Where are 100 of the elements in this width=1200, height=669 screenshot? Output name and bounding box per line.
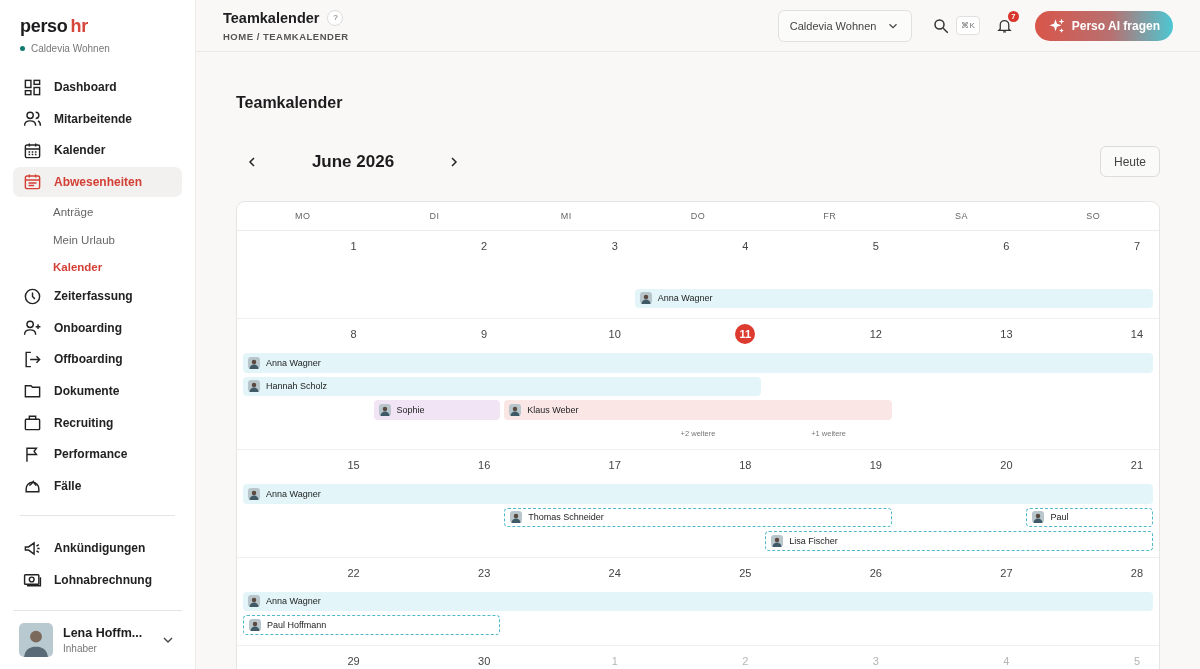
logo-text: perso (20, 16, 68, 37)
avatar-icon (249, 618, 261, 631)
sparkle-icon (1047, 16, 1066, 35)
nav-item[interactable]: Mitarbeitende (13, 103, 182, 134)
nav-item[interactable]: Offboarding (13, 344, 182, 375)
search-icon[interactable] (932, 16, 951, 35)
absence-event[interactable]: Anna Wagner (243, 591, 1153, 611)
nav-icon (23, 109, 42, 129)
sub-nav-item[interactable]: Kalender (13, 253, 182, 282)
avatar-icon (509, 403, 522, 416)
org-name: Caldevia Wohnen (31, 43, 110, 54)
day-number[interactable]: 6 (996, 236, 1017, 256)
avatar-icon (248, 487, 260, 500)
day-number[interactable]: 10 (604, 324, 625, 344)
day-number[interactable]: 25 (735, 562, 756, 583)
company-select[interactable]: Caldevia Wohnen (777, 9, 913, 42)
avatar-icon (378, 403, 391, 416)
day-number[interactable]: 15 (343, 455, 364, 475)
day-number[interactable]: 21 (1127, 455, 1147, 475)
page-header-title: Teamkalender (223, 9, 320, 26)
day-number[interactable]: 4 (735, 236, 756, 256)
day-number[interactable]: 11 (735, 324, 756, 344)
nav-item[interactable]: Abwesenheiten (13, 166, 182, 197)
day-number[interactable]: 3 (604, 236, 625, 256)
absence-event[interactable]: Sophie (373, 400, 501, 420)
nav-item[interactable]: Fälle (13, 470, 182, 501)
weekday-label: SO (1085, 211, 1102, 221)
nav-icon (23, 286, 42, 306)
nav-item[interactable]: Zeiterfassung (13, 281, 182, 312)
day-number[interactable]: 2 (474, 236, 495, 256)
avatar-icon (248, 380, 260, 393)
weekday-label: DO (689, 211, 707, 221)
day-number[interactable]: 17 (604, 455, 625, 475)
day-number[interactable]: 18 (735, 455, 756, 475)
weekday-label: MI (559, 211, 573, 221)
day-number[interactable]: 19 (865, 455, 886, 475)
nav-icon (23, 140, 42, 160)
bell-icon[interactable] (995, 17, 1013, 34)
day-number[interactable]: 30 (474, 650, 495, 669)
avatar-icon (248, 595, 260, 608)
day-number[interactable]: 22 (343, 562, 364, 583)
user-name: Lena Hoffm... (63, 626, 144, 640)
nav-item[interactable]: Performance (13, 439, 182, 470)
nav-item[interactable]: Onboarding (13, 312, 182, 343)
avatar-icon (1032, 511, 1045, 524)
nav-item[interactable]: Dokumente (13, 375, 182, 406)
absence-event[interactable]: Anna Wagner (243, 484, 1153, 504)
absence-event[interactable]: Anna Wagner (634, 288, 1153, 308)
nav-item[interactable]: Recruiting (13, 407, 182, 438)
sub-nav-item[interactable]: Anträge (13, 198, 182, 226)
absence-event[interactable]: Paul (1026, 507, 1153, 527)
logo-accent: hr (70, 16, 88, 37)
absence-event[interactable]: Lisa Fischer (765, 531, 1153, 551)
day-number[interactable]: 1 (343, 236, 364, 256)
absence-event[interactable]: Thomas Schneider (504, 507, 892, 527)
day-number[interactable]: 26 (865, 562, 886, 583)
weekday-label: FR (822, 211, 838, 221)
absence-event[interactable]: Paul Hoffmann (243, 615, 501, 635)
breadcrumb: HOME / TEAMKALENDER (223, 30, 349, 42)
status-dot (20, 46, 25, 51)
month-label: June 2026 (310, 151, 396, 172)
nav-icon (23, 77, 42, 97)
ai-button[interactable]: Perso AI fragen (1034, 10, 1173, 41)
day-number[interactable]: 13 (996, 324, 1017, 344)
day-number[interactable]: 29 (343, 650, 364, 669)
day-number[interactable]: 20 (996, 455, 1017, 475)
day-number[interactable]: 12 (865, 324, 886, 344)
nav-item[interactable]: Kalender (13, 135, 182, 166)
avatar-icon (248, 356, 260, 369)
day-number[interactable]: 16 (474, 455, 495, 475)
sub-nav-item[interactable]: Mein Urlaub (13, 225, 182, 254)
nav-item[interactable]: Dashboard (13, 72, 182, 102)
day-number[interactable]: 8 (343, 324, 364, 344)
user-role: Inhaber (63, 643, 98, 654)
nav-icon (23, 413, 42, 433)
nav-item[interactable]: Lohnabrechnung (13, 564, 182, 595)
day-number[interactable]: 24 (604, 562, 625, 583)
help-button[interactable]: ? (327, 9, 344, 26)
weekday-label: SA (953, 211, 969, 221)
today-button[interactable]: Heute (1099, 146, 1160, 177)
day-number[interactable]: 28 (1127, 562, 1147, 583)
user-avatar[interactable] (19, 623, 53, 657)
avatar-icon (771, 534, 784, 547)
shortcut-key: ⌘K (956, 16, 980, 35)
weekday-label: DI (428, 211, 441, 221)
nav-icon (23, 172, 42, 192)
day-number[interactable]: 7 (1127, 236, 1147, 256)
nav-icon (23, 349, 42, 369)
absence-event[interactable]: Anna Wagner (243, 353, 1153, 373)
day-number[interactable]: 14 (1127, 324, 1147, 344)
absence-event[interactable]: Hannah Scholz (243, 376, 762, 396)
nav-icon (23, 318, 42, 338)
day-number[interactable]: 23 (474, 562, 495, 583)
day-number[interactable]: 27 (996, 562, 1017, 583)
day-number[interactable]: 5 (865, 236, 886, 256)
absence-event[interactable]: Klaus Weber (504, 400, 892, 420)
page-title: Teamkalender (236, 94, 344, 112)
day-number[interactable]: 9 (474, 324, 495, 344)
avatar-icon (639, 292, 652, 305)
nav-item[interactable]: Ankündigungen (13, 533, 182, 564)
